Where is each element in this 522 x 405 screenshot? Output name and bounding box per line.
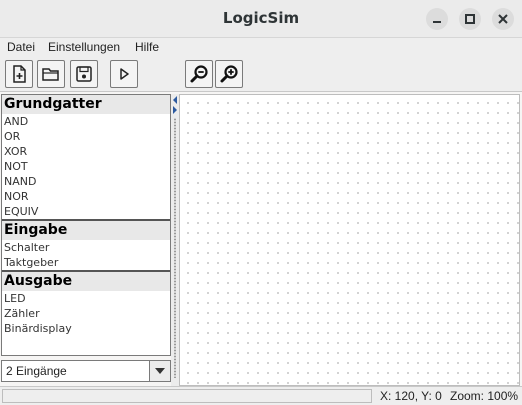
menu-datei[interactable]: Datei [7,40,35,54]
group-eingabe: Eingabe Schalter Taktgeber [2,219,170,270]
maximize-icon [465,14,475,24]
palette-item-nand[interactable]: NAND [2,174,170,189]
palette-item-nor[interactable]: NOR [2,189,170,204]
minimize-icon [433,21,441,23]
group-ausgabe: Ausgabe LED Zähler Binärdisplay [2,270,170,336]
zoom-in-icon [220,65,238,83]
open-button[interactable] [37,60,65,88]
status-bar: X: 120, Y: 0 Zoom: 100% [0,386,522,405]
circuit-canvas[interactable] [179,94,520,386]
menu-einstellungen[interactable]: Einstellungen [48,40,120,54]
zoom-out-button[interactable] [185,60,213,88]
app-window: LogicSim Datei Einstellungen Hilfe Grund… [0,0,522,405]
menu-bar: Datei Einstellungen Hilfe [0,38,522,58]
zoom-level: Zoom: 100% [450,389,519,403]
run-play-icon [120,68,129,80]
zoom-out-icon [190,65,208,83]
inputs-count-value: 2 Eingänge [6,364,67,378]
open-folder-icon [42,68,59,81]
toolbar [0,58,522,92]
status-message-area [2,389,372,403]
palette-item-xor[interactable]: XOR [2,144,170,159]
palette-item-binaerdisplay[interactable]: Binärdisplay [2,321,170,336]
palette-item-taktgeber[interactable]: Taktgeber [2,255,170,270]
palette-item-zaehler[interactable]: Zähler [2,306,170,321]
collapse-right-icon[interactable] [173,106,177,114]
save-disk-icon [76,66,92,82]
cursor-coordinates: X: 120, Y: 0 [380,389,442,403]
zoom-in-button[interactable] [215,60,243,88]
title-bar: LogicSim [0,0,522,38]
palette-item-led[interactable]: LED [2,291,170,306]
minimize-button[interactable] [426,8,448,30]
inputs-count-select[interactable]: 2 Eingänge [1,360,171,382]
palette-item-or[interactable]: OR [2,129,170,144]
collapse-left-icon[interactable] [173,96,177,104]
maximize-button[interactable] [459,8,481,30]
save-button[interactable] [70,60,98,88]
group-title: Ausgabe [2,272,170,291]
close-icon [498,14,508,24]
component-palette: Grundgatter AND OR XOR NOT NAND NOR EQUI… [1,94,171,356]
chevron-down-icon [155,368,165,374]
new-button[interactable] [5,60,33,88]
group-title: Grundgatter [2,95,170,114]
split-pane-divider[interactable] [171,94,179,386]
palette-item-and[interactable]: AND [2,114,170,129]
dropdown-button[interactable] [149,361,170,381]
group-grundgatter: Grundgatter AND OR XOR NOT NAND NOR EQUI… [2,95,170,219]
palette-item-schalter[interactable]: Schalter [2,240,170,255]
group-title: Eingabe [2,221,170,240]
divider-grip [174,118,176,378]
run-button[interactable] [110,60,138,88]
close-button[interactable] [492,8,514,30]
palette-item-not[interactable]: NOT [2,159,170,174]
palette-item-equiv[interactable]: EQUIV [2,204,170,219]
menu-hilfe[interactable]: Hilfe [135,40,159,54]
new-file-icon [13,65,26,83]
